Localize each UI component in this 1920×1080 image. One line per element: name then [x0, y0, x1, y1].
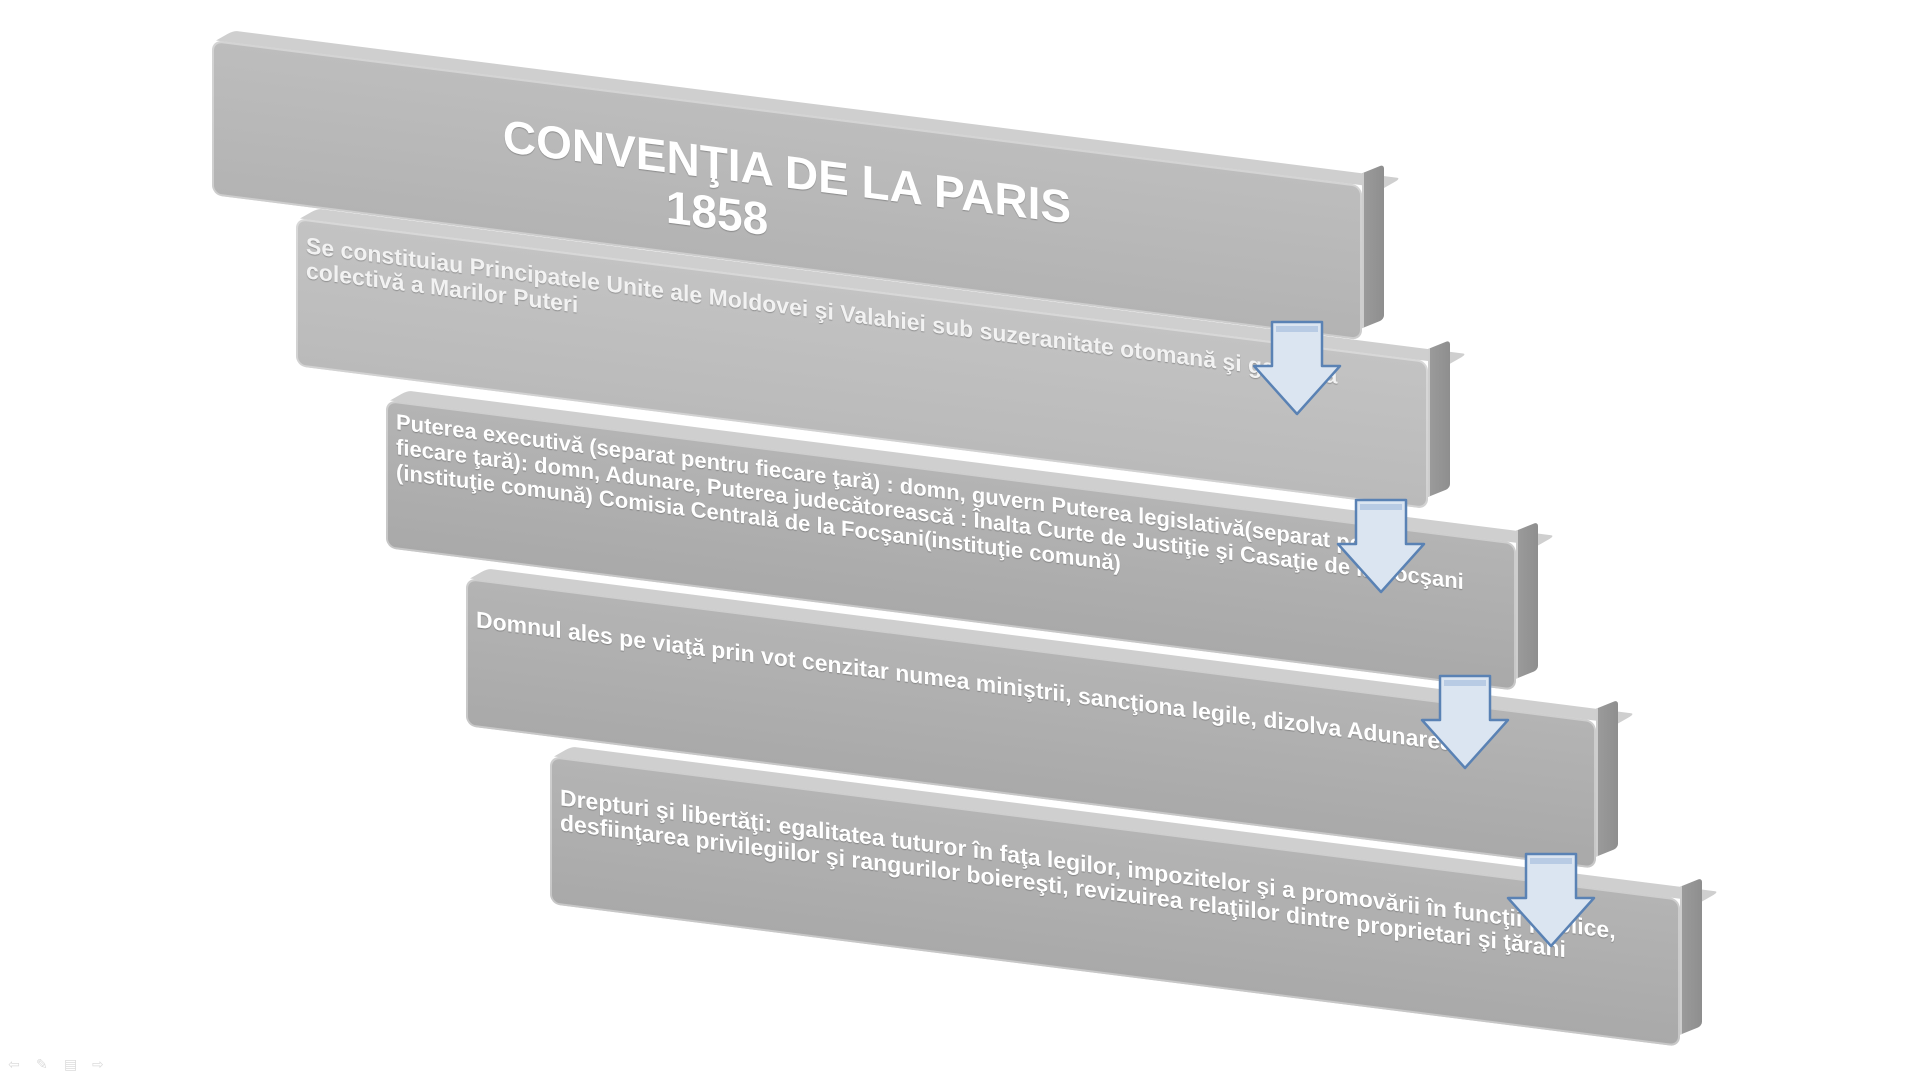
down-arrow-icon [1420, 674, 1510, 770]
slide: CONVENŢIA DE LA PARIS 1858 Se constituia… [0, 0, 1920, 1080]
prev-slide-icon[interactable]: ⇦ [8, 1058, 26, 1072]
down-arrow-icon [1252, 320, 1342, 416]
slide-nav: ⇦ ✎ ▤ ⇨ [8, 1058, 110, 1072]
menu-icon[interactable]: ▤ [64, 1058, 82, 1072]
down-arrow-icon [1506, 852, 1596, 948]
step-box-side [1680, 877, 1702, 1035]
title-box-side [1362, 164, 1384, 329]
step-box-side [1428, 340, 1450, 498]
step-box-side [1596, 699, 1618, 857]
pen-icon[interactable]: ✎ [36, 1058, 54, 1072]
down-arrow-icon [1336, 498, 1426, 594]
next-slide-icon[interactable]: ⇨ [92, 1058, 110, 1072]
step-box-side [1516, 521, 1538, 679]
